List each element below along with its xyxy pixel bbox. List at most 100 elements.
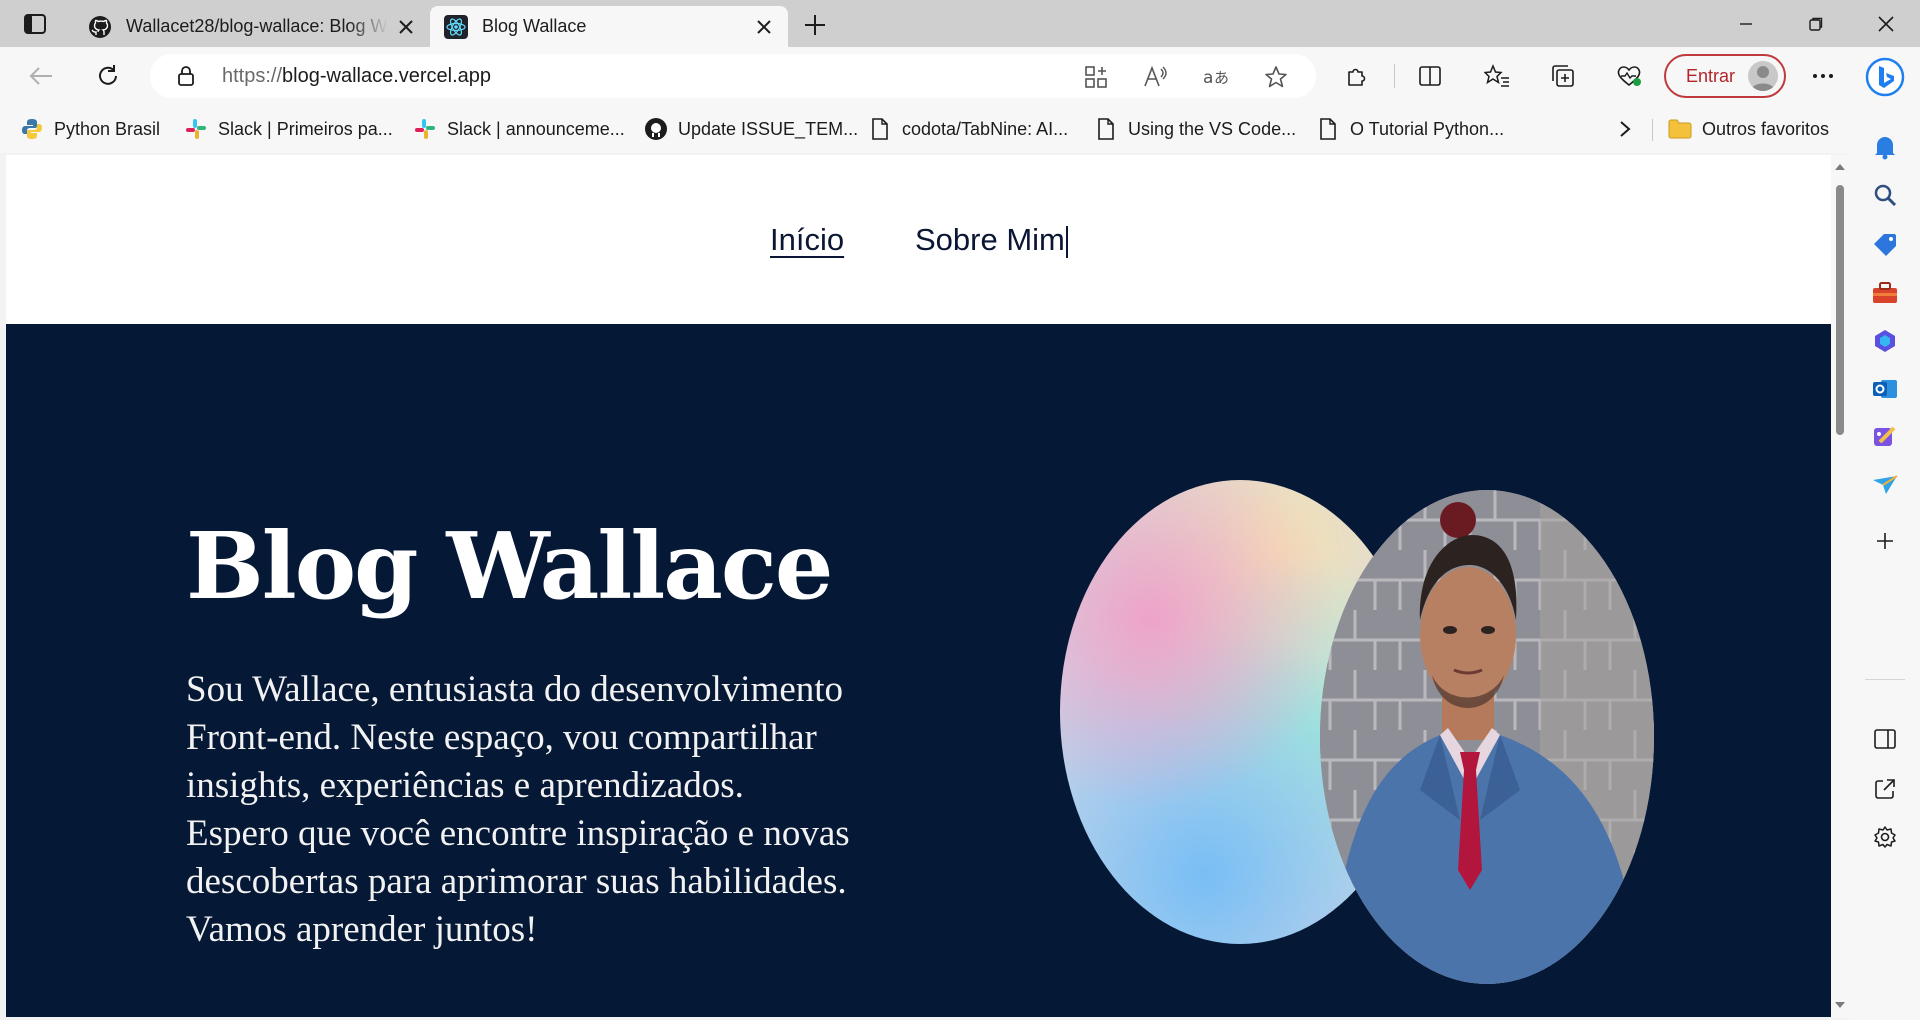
tab-github[interactable]: Wallacet28/blog-wallace: Blog Wallace xyxy=(74,6,430,47)
collections-button[interactable] xyxy=(1546,59,1580,93)
scroll-up-icon[interactable] xyxy=(1834,161,1846,173)
hero-title: Blog Wallace xyxy=(186,512,833,620)
address-bar[interactable]: https://blog-wallace.vercel.app aあ xyxy=(150,54,1316,98)
close-tab-icon[interactable] xyxy=(754,17,774,37)
nav-link-about[interactable]: Sobre Mim xyxy=(915,222,1068,258)
profile-photo xyxy=(1320,490,1654,984)
browser-essentials-button[interactable] xyxy=(1612,59,1646,93)
hero-line: Vamos aprender juntos! xyxy=(186,909,538,950)
minimize-button[interactable] xyxy=(1730,8,1762,40)
outlook-button[interactable] xyxy=(1869,373,1901,405)
puzzle-icon xyxy=(1348,68,1366,86)
add-sidebar-app-button[interactable] xyxy=(1869,525,1901,557)
favorite-item[interactable]: Using the VS Code... xyxy=(1094,115,1296,143)
slack-icon xyxy=(184,117,208,141)
hide-sidebar-button[interactable] xyxy=(1869,723,1901,755)
close-icon xyxy=(1878,16,1894,32)
back-button[interactable] xyxy=(24,59,58,93)
minimize-icon xyxy=(1740,23,1752,25)
favorite-item[interactable]: Update ISSUE_TEM... xyxy=(644,115,858,143)
page-icon xyxy=(1316,117,1340,141)
site-nav: Início Sobre Mim xyxy=(6,155,1831,324)
settings-more-button[interactable] xyxy=(1806,59,1840,93)
favorite-star-button[interactable] xyxy=(1260,61,1292,93)
tools-button[interactable] xyxy=(1869,277,1901,309)
page-scrollbar[interactable] xyxy=(1831,155,1849,1017)
hero-line: Espero que você encontre inspiração e no… xyxy=(186,813,850,854)
restore-button[interactable] xyxy=(1800,8,1832,40)
favorite-item[interactable]: O Tutorial Python... xyxy=(1316,115,1504,143)
plus-icon xyxy=(1877,533,1893,549)
notifications-button[interactable] xyxy=(1869,131,1901,163)
favorite-item[interactable]: codota/TabNine: AI... xyxy=(868,115,1068,143)
chevron-right-icon xyxy=(1620,121,1631,137)
app-available-button[interactable] xyxy=(1080,61,1112,93)
designer-icon xyxy=(1874,426,1896,446)
more-favorites-button[interactable] xyxy=(1618,115,1632,143)
favorite-label: Using the VS Code... xyxy=(1128,118,1297,139)
page-icon xyxy=(1094,117,1118,141)
favorite-item[interactable]: Slack | announceme... xyxy=(413,115,625,143)
tag-icon xyxy=(1874,234,1896,256)
designer-button[interactable] xyxy=(1869,421,1901,453)
microsoft365-button[interactable] xyxy=(1869,325,1901,357)
nav-link-home[interactable]: Início xyxy=(770,222,844,258)
text-cursor xyxy=(1065,225,1068,258)
extensions-button[interactable] xyxy=(1340,59,1374,93)
office-icon xyxy=(1875,330,1895,352)
favorite-item[interactable]: Slack | Primeiros pa... xyxy=(184,115,393,143)
svg-text:あ: あ xyxy=(1214,69,1229,87)
new-tab-icon[interactable] xyxy=(800,10,830,40)
edge-sidebar xyxy=(1849,47,1920,1020)
favorite-item[interactable]: Python Brasil xyxy=(20,115,160,143)
sidebar-panel-icon xyxy=(1874,729,1896,749)
close-tab-icon[interactable] xyxy=(396,17,416,37)
signin-label: Entrar xyxy=(1686,65,1736,86)
hero-description: Sou Wallace, entusiasta do desenvolvimen… xyxy=(186,666,946,954)
url-text[interactable]: https://blog-wallace.vercel.app xyxy=(222,65,491,88)
translate-button[interactable]: aあ xyxy=(1200,61,1232,93)
close-window-button[interactable] xyxy=(1870,8,1902,40)
react-icon xyxy=(444,14,468,39)
refresh-button[interactable] xyxy=(91,59,125,93)
open-external-button[interactable] xyxy=(1869,773,1901,805)
scroll-thumb[interactable] xyxy=(1836,185,1844,435)
back-arrow-icon xyxy=(29,67,52,85)
slack-icon xyxy=(413,117,437,141)
favorite-label: Python Brasil xyxy=(54,118,161,139)
sidebar-settings-button[interactable] xyxy=(1869,821,1901,853)
other-favorites-folder[interactable]: Outros favoritos xyxy=(1668,115,1829,143)
favorites-button[interactable] xyxy=(1480,59,1514,93)
search-icon xyxy=(1874,184,1897,207)
favorite-label: codota/TabNine: AI... xyxy=(902,118,1069,139)
svg-text:a: a xyxy=(1203,68,1213,88)
favorites-divider xyxy=(1652,119,1653,141)
split-screen-button[interactable] xyxy=(1413,59,1447,93)
tab-blog-wallace[interactable]: Blog Wallace xyxy=(430,6,788,47)
hero-line: Sou Wallace, entusiasta do desenvolvimen… xyxy=(186,669,844,710)
github-icon xyxy=(644,117,668,141)
hero-section: Blog Wallace Sou Wallace, entusiasta do … xyxy=(6,324,1831,1017)
read-aloud-button[interactable] xyxy=(1140,61,1172,93)
heart-pulse-icon xyxy=(1617,66,1641,87)
toolbox-icon xyxy=(1873,282,1897,303)
tab-title: Blog Wallace xyxy=(482,16,587,36)
drop-button[interactable] xyxy=(1869,469,1901,501)
star-icon xyxy=(1265,66,1287,88)
signin-button[interactable]: Entrar xyxy=(1664,54,1786,98)
tab-actions-button[interactable] xyxy=(18,10,52,38)
translate-icon: aあ xyxy=(1203,68,1229,88)
gear-icon xyxy=(1874,826,1896,848)
lock-icon[interactable] xyxy=(176,65,196,87)
scroll-down-icon[interactable] xyxy=(1834,999,1846,1011)
search-sidebar-button[interactable] xyxy=(1869,179,1901,211)
favorite-label: Update ISSUE_TEM... xyxy=(678,118,859,139)
sidebar-divider xyxy=(1865,679,1905,680)
hero-line: insights, experiências e aprendizados. xyxy=(186,765,744,806)
shopping-button[interactable] xyxy=(1869,228,1901,260)
copilot-button[interactable] xyxy=(1865,57,1905,97)
read-aloud-icon xyxy=(1144,65,1167,87)
github-icon xyxy=(89,15,111,38)
split-screen-icon xyxy=(1419,66,1441,86)
url-host: blog-wallace.vercel.app xyxy=(282,65,492,87)
